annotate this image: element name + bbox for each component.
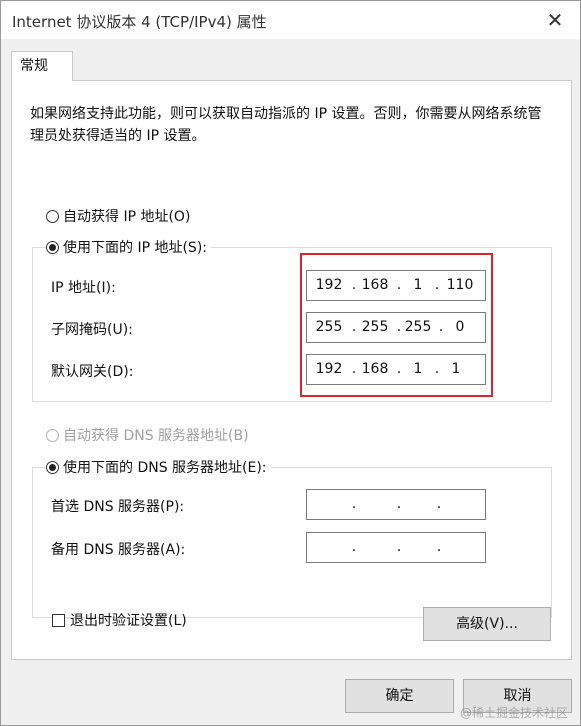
general-panel: 如果网络支持此功能，则可以获取自动指派的 IP 设置。否则，你需要从网络系统管理… [11,80,572,660]
octet: 1 [413,277,423,293]
ok-button[interactable]: 确定 [345,679,454,713]
octet: 255 [404,319,432,335]
manual-ip-label: 使用下面的 IP 地址(S): [63,240,207,256]
window-title: Internet 协议版本 4 (TCP/IPv4) 属性 [12,13,267,31]
octet: 1 [451,361,461,377]
octet: 255 [361,319,389,335]
octet: 255 [315,319,343,335]
description-text: 如果网络支持此功能，则可以获取自动指派的 IP 设置。否则，你需要从网络系统管理… [30,106,542,144]
octet-separator: . [436,496,442,512]
advanced-button[interactable]: 高级(V)... [423,607,551,641]
octet: 168 [361,277,389,293]
manual-ip-radio[interactable] [46,240,59,254]
validate-on-exit-label: 退出时验证设置(L) [70,613,187,629]
octet: 168 [361,361,389,377]
auto-dns-label: 自动获得 DNS 服务器地址(B) [63,428,249,444]
octet-separator: . [351,496,357,512]
auto-ip-label: 自动获得 IP 地址(O) [63,209,191,225]
ip-address-input[interactable]: 192 . 168 . 1 . 110 [306,270,486,301]
octet-separator: . [436,539,442,555]
subnet-mask-label: 子网掩码(U): [51,322,133,338]
octet: 192 [315,277,343,293]
tab-general[interactable]: 常规 [11,51,73,81]
octet: 1 [413,361,423,377]
preferred-dns-label: 首选 DNS 服务器(P): [51,499,185,515]
manual-dns-label: 使用下面的 DNS 服务器地址(E): [63,460,267,476]
octet-separator: . [396,496,402,512]
validate-on-exit-option[interactable]: 退出时验证设置(L) [52,610,187,630]
title-bar: Internet 协议版本 4 (TCP/IPv4) 属性 ✕ [1,1,580,39]
manual-dns-option[interactable]: 使用下面的 DNS 服务器地址(E): [46,457,271,477]
manual-ip-option[interactable]: 使用下面的 IP 地址(S): [46,237,211,257]
preferred-dns-input[interactable]: . . . [306,489,486,520]
auto-ip-option[interactable]: 自动获得 IP 地址(O) [46,206,195,226]
validate-on-exit-checkbox[interactable] [52,613,65,627]
default-gateway-input[interactable]: 192 . 168 . 1 . 1 [306,354,486,385]
ip-address-label: IP 地址(I): [51,280,116,296]
subnet-mask-input[interactable]: 255 . 255 . 255 . 0 [306,312,486,343]
alternate-dns-label: 备用 DNS 服务器(A): [51,542,186,558]
octet: 110 [446,277,474,293]
octet-separator: . [396,539,402,555]
auto-ip-radio[interactable] [46,209,59,223]
close-icon[interactable]: ✕ [544,9,566,31]
auto-dns-radio [46,428,59,442]
octet-separator: . [351,539,357,555]
watermark: @稀土掘金技术社区 [459,706,568,720]
dialog-body: 常规 如果网络支持此功能，则可以获取自动指派的 IP 设置。否则，你需要从网络系… [1,39,580,725]
octet: 0 [455,319,465,335]
alternate-dns-input[interactable]: . . . [306,532,486,563]
default-gateway-label: 默认网关(D): [51,364,134,380]
ipv4-properties-dialog: Internet 协议版本 4 (TCP/IPv4) 属性 ✕ 常规 如果网络支… [0,0,581,726]
octet-separator: . [434,277,440,293]
auto-dns-option: 自动获得 DNS 服务器地址(B) [46,425,253,445]
octet: 192 [315,361,343,377]
manual-dns-radio[interactable] [46,460,59,474]
